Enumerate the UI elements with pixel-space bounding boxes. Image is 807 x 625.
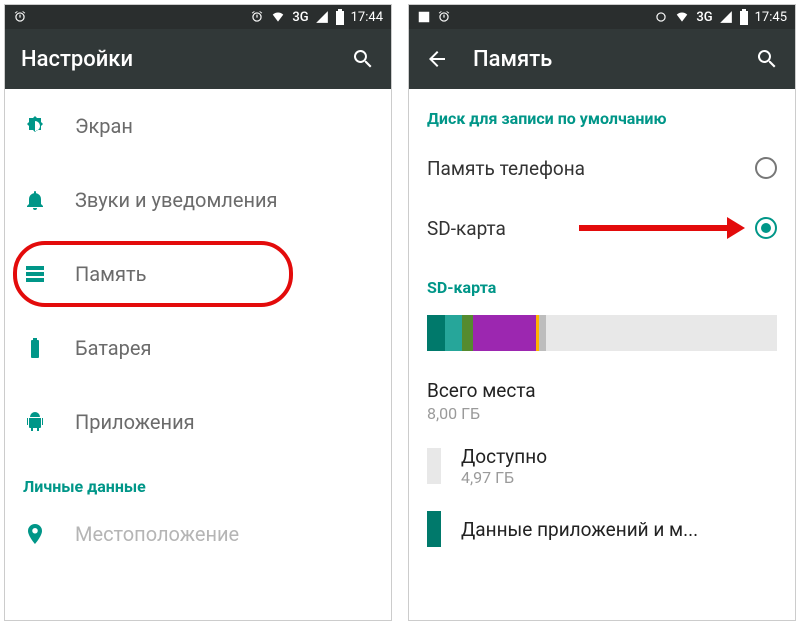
storage-available[interactable]: Доступно 4,97 ГБ bbox=[409, 433, 795, 499]
appbar: Память bbox=[409, 29, 795, 89]
radio-checked-icon[interactable] bbox=[755, 217, 777, 239]
radio-sd-card[interactable]: SD-карта bbox=[409, 198, 795, 258]
storage-app-data[interactable]: Данные приложений и м... bbox=[409, 499, 795, 559]
location-icon bbox=[23, 522, 47, 546]
storage-total: Всего места 8,00 ГБ bbox=[409, 369, 795, 433]
statusbar: 3G 17:45 bbox=[409, 5, 795, 29]
info-value: 8,00 ГБ bbox=[427, 404, 777, 423]
storage-segment bbox=[445, 315, 463, 351]
radio-phone-memory[interactable]: Память телефона bbox=[409, 138, 795, 198]
wifi-icon bbox=[674, 10, 690, 24]
storage-usage-bar bbox=[427, 315, 777, 351]
search-icon[interactable] bbox=[351, 47, 375, 71]
settings-item-apps[interactable]: Приложения bbox=[5, 385, 391, 459]
bell-icon bbox=[23, 188, 47, 212]
info-label: Данные приложений и м... bbox=[461, 518, 698, 541]
storage-segment bbox=[539, 315, 546, 351]
network-label: 3G bbox=[696, 10, 712, 25]
network-label: 3G bbox=[292, 10, 308, 25]
signal-icon bbox=[719, 10, 733, 24]
annotation-highlight bbox=[13, 241, 293, 307]
statusbar: 3G 17:44 bbox=[5, 5, 391, 29]
alarm-icon bbox=[13, 10, 27, 24]
settings-item-label: Звуки и уведомления bbox=[75, 188, 278, 212]
memory-content: Диск для записи по умолчанию Память теле… bbox=[409, 89, 795, 559]
alarm-icon bbox=[437, 10, 451, 24]
settings-item-battery[interactable]: Батарея bbox=[5, 311, 391, 385]
radio-label: Память телефона bbox=[427, 157, 755, 180]
info-label: Всего места bbox=[427, 379, 777, 402]
battery-icon bbox=[739, 9, 749, 25]
page-title: Настройки bbox=[21, 47, 327, 72]
android-icon bbox=[23, 410, 47, 434]
legend-swatch bbox=[427, 511, 441, 547]
storage-icon bbox=[23, 262, 47, 286]
annotation-arrow bbox=[579, 225, 729, 231]
alarm-icon bbox=[654, 10, 668, 24]
settings-item-label: Батарея bbox=[75, 336, 151, 360]
settings-item-sound[interactable]: Звуки и уведомления bbox=[5, 163, 391, 237]
settings-item-memory[interactable]: Память bbox=[5, 237, 391, 311]
info-label: Доступно bbox=[461, 445, 547, 468]
image-icon bbox=[417, 10, 431, 24]
settings-item-screen[interactable]: Экран bbox=[5, 89, 391, 163]
settings-item-location[interactable]: Местоположение bbox=[5, 504, 391, 564]
appbar: Настройки bbox=[5, 29, 391, 89]
legend-swatch bbox=[427, 448, 441, 484]
settings-item-label: Экран bbox=[75, 114, 133, 138]
battery-icon bbox=[335, 9, 345, 25]
storage-segment bbox=[427, 315, 445, 351]
search-icon[interactable] bbox=[755, 47, 779, 71]
settings-list: Экран Звуки и уведомления Память Батарея bbox=[5, 89, 391, 564]
wifi-icon bbox=[270, 10, 286, 24]
radio-unchecked-icon[interactable] bbox=[755, 157, 777, 179]
storage-segment bbox=[462, 315, 473, 351]
storage-segment bbox=[473, 315, 536, 351]
phone-left: 3G 17:44 Настройки Экран Звуки и увед bbox=[4, 4, 392, 621]
info-value: 4,97 ГБ bbox=[461, 468, 547, 487]
signal-icon bbox=[315, 10, 329, 24]
battery-icon bbox=[23, 336, 47, 360]
phone-right: 3G 17:45 Память Диск для записи по умолч… bbox=[408, 4, 796, 621]
section-header-personal: Личные данные bbox=[5, 459, 391, 504]
settings-item-label: Память bbox=[75, 262, 146, 286]
back-icon[interactable] bbox=[425, 47, 449, 71]
section-header-default-disk: Диск для записи по умолчанию bbox=[409, 89, 795, 138]
brightness-icon bbox=[23, 114, 47, 138]
alarm-icon bbox=[250, 10, 264, 24]
page-title: Память bbox=[473, 47, 731, 72]
clock-time: 17:44 bbox=[351, 10, 383, 25]
section-header-sd: SD-карта bbox=[409, 258, 795, 307]
settings-item-label: Местоположение bbox=[75, 522, 239, 546]
settings-item-label: Приложения bbox=[75, 410, 195, 434]
clock-time: 17:45 bbox=[755, 10, 787, 25]
